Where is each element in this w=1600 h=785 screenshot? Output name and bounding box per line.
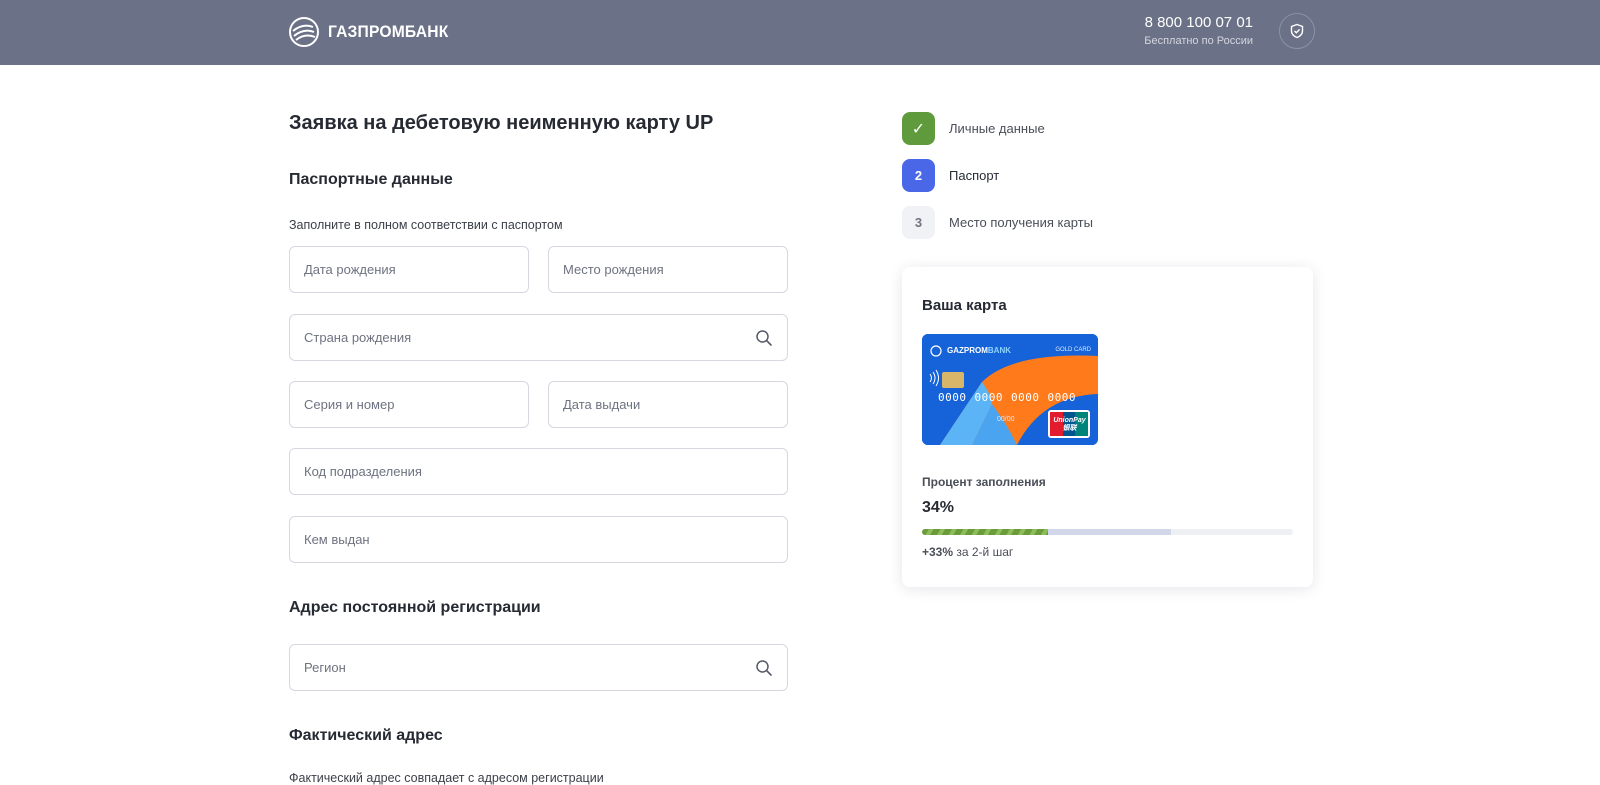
fill-progress-bar <box>922 529 1293 535</box>
step-number-badge: 3 <box>902 206 935 239</box>
step-label: Место получения карты <box>949 215 1093 230</box>
actual-address-section-title: Фактический адрес <box>289 727 443 744</box>
search-icon[interactable] <box>755 329 773 347</box>
division-code-input[interactable] <box>304 464 787 479</box>
step-done-check-icon: ✓ <box>902 112 935 145</box>
series-number-field[interactable] <box>289 381 529 428</box>
phone-block: 8 800 100 07 01 Бесплатно по России <box>1144 14 1253 47</box>
unionpay-logo-icon: UnionPay 银联 <box>1053 417 1086 432</box>
phone-note: Бесплатно по России <box>1144 35 1253 47</box>
birth-date-input[interactable] <box>304 262 528 277</box>
card-tier: GOLD CARD <box>1055 347 1091 353</box>
step-passport[interactable]: 2 Паспорт <box>902 159 999 192</box>
issue-date-field[interactable] <box>548 381 788 428</box>
region-field[interactable] <box>289 644 788 691</box>
series-number-input[interactable] <box>304 397 528 412</box>
card-number: 0000 0000 0000 0000 <box>938 391 1076 404</box>
birth-date-field[interactable] <box>289 246 529 293</box>
gazprombank-logo-icon <box>289 17 319 47</box>
top-header: ГАЗПРОМБАНК 8 800 100 07 01 Бесплатно по… <box>0 0 1600 65</box>
shield-check-icon <box>1290 23 1304 39</box>
step-personal-data[interactable]: ✓ Личные данные <box>902 112 1045 145</box>
fill-percent-label: Процент заполнения <box>922 475 1046 489</box>
bank-card-image: GAZPROMBANK GOLD CARD 0000 0000 0000 000… <box>922 334 1098 445</box>
phone-number[interactable]: 8 800 100 07 01 <box>1144 14 1253 31</box>
progress-increment-note: +33% за 2-й шаг <box>922 545 1014 559</box>
security-button[interactable] <box>1279 13 1315 49</box>
birth-place-input[interactable] <box>563 262 787 277</box>
birth-country-field[interactable] <box>289 314 788 361</box>
page-title: Заявка на дебетовую неименную карту UP <box>289 112 714 134</box>
passport-hint: Заполните в полном соответствии с паспор… <box>289 218 563 232</box>
fill-percent-value: 34% <box>922 499 955 516</box>
progress-filled-segment <box>922 529 1049 535</box>
passport-section-title: Паспортные данные <box>289 171 453 188</box>
bank-logo[interactable]: ГАЗПРОМБАНК <box>289 17 459 47</box>
issue-date-input[interactable] <box>563 397 787 412</box>
birth-place-field[interactable] <box>548 246 788 293</box>
issued-by-field[interactable] <box>289 516 788 563</box>
birth-country-input[interactable] <box>304 330 787 345</box>
search-icon[interactable] <box>755 659 773 677</box>
region-input[interactable] <box>304 660 787 675</box>
actual-address-hint: Фактический адрес совпадает с адресом ре… <box>289 771 604 785</box>
brand-name: ГАЗПРОМБАНК <box>328 22 449 41</box>
card-brand: GAZPROMBANK <box>947 346 1011 355</box>
issued-by-input[interactable] <box>304 532 787 547</box>
step-label: Личные данные <box>949 121 1045 136</box>
step-number-badge: 2 <box>902 159 935 192</box>
step-label: Паспорт <box>949 168 1000 183</box>
your-card-panel: Ваша карта GAZPROMBANK GOLD CARD 0000 00… <box>902 267 1313 587</box>
card-expiry: 00/00 <box>997 416 1015 423</box>
division-code-field[interactable] <box>289 448 788 495</box>
registration-section-title: Адрес постоянной регистрации <box>289 599 541 616</box>
step-card-pickup[interactable]: 3 Место получения карты <box>902 206 1093 239</box>
panel-title: Ваша карта <box>922 297 1007 314</box>
